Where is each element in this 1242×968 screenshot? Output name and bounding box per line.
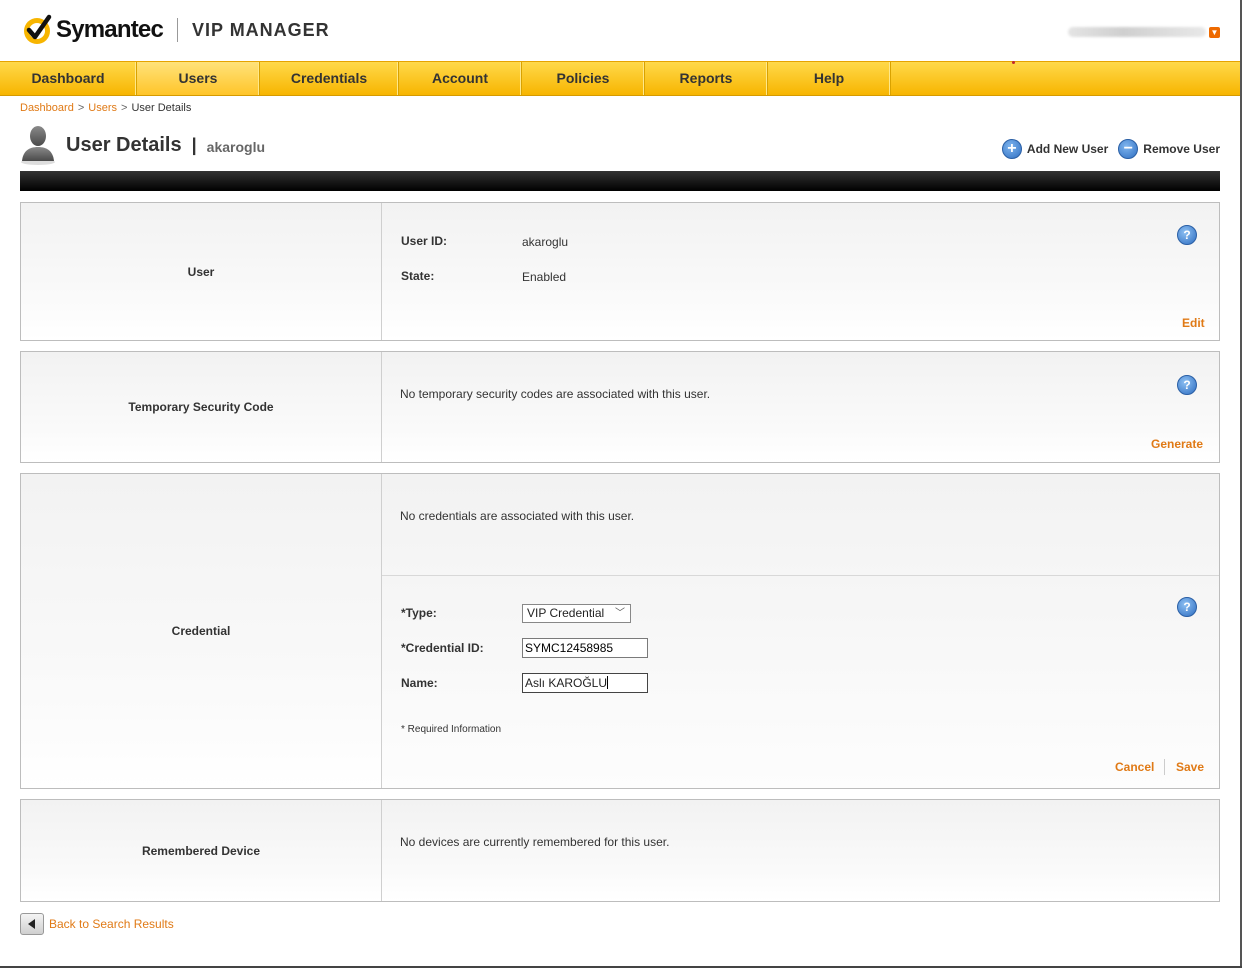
user-section-label: User xyxy=(21,203,382,340)
user-silhouette-icon xyxy=(20,125,56,165)
user-panel: User User ID: akaroglu State: Enabled ? … xyxy=(20,202,1220,341)
back-to-search-results[interactable]: Back to Search Results xyxy=(20,913,174,935)
credential-panel: Credential No credentials are associated… xyxy=(20,473,1220,789)
section-header-bar xyxy=(20,171,1220,191)
state-value: Enabled xyxy=(522,270,567,284)
required-note: * Required Information xyxy=(401,724,502,735)
nav-reports[interactable]: Reports xyxy=(645,62,768,95)
cancel-link[interactable]: Cancel xyxy=(1115,760,1154,774)
nav-dashboard[interactable]: Dashboard xyxy=(0,62,137,95)
user-id-value: akaroglu xyxy=(522,235,569,249)
help-icon[interactable]: ? xyxy=(1177,597,1197,617)
symantec-logo[interactable]: Symantec VIP MANAGER xyxy=(20,12,330,48)
page-title: User Details xyxy=(66,133,182,156)
app-header: Symantec VIP MANAGER ▼ xyxy=(0,0,1240,62)
add-credential-form: *Type: VIP Credential ﹀ *Credential ID: … xyxy=(382,576,1219,788)
main-nav: Dashboard Users Credentials Account Poli… xyxy=(0,61,1240,96)
help-icon[interactable]: ? xyxy=(1177,225,1197,245)
breadcrumb-current: User Details xyxy=(131,102,192,114)
nav-users[interactable]: Users xyxy=(137,62,260,95)
user-section-body: User ID: akaroglu State: Enabled ? Edit xyxy=(382,203,1219,340)
add-new-user-label: Add New User xyxy=(1026,142,1109,156)
breadcrumb-separator: > xyxy=(121,102,128,114)
minus-circle-icon: − xyxy=(1118,139,1139,159)
symantec-check-icon xyxy=(20,13,54,47)
credential-section-label: Credential xyxy=(21,474,382,788)
temp-code-section-body: No temporary security codes are associat… xyxy=(382,352,1219,462)
notification-dot xyxy=(1012,61,1015,64)
temp-code-panel: Temporary Security Code No temporary sec… xyxy=(20,351,1220,463)
device-message: No devices are currently remembered for … xyxy=(400,835,670,849)
page-username: akaroglu xyxy=(206,139,266,155)
save-link[interactable]: Save xyxy=(1176,760,1204,774)
type-label: *Type: xyxy=(401,606,437,620)
remove-user-button[interactable]: − Remove User xyxy=(1118,139,1220,159)
breadcrumb-dashboard[interactable]: Dashboard xyxy=(20,102,74,114)
title-divider: | xyxy=(191,134,197,155)
generate-code-link[interactable]: Generate xyxy=(1151,437,1203,451)
user-account-name-redacted[interactable] xyxy=(1068,27,1206,37)
nav-help[interactable]: Help xyxy=(768,62,891,95)
plus-circle-icon: + xyxy=(1001,139,1022,159)
device-section-label: Remembered Device xyxy=(21,800,382,901)
credential-id-label: *Credential ID: xyxy=(401,641,484,655)
chevron-down-icon: ﹀ xyxy=(615,608,625,619)
add-new-user-button[interactable]: + Add New User xyxy=(1001,139,1109,159)
temp-code-message: No temporary security codes are associat… xyxy=(400,387,711,401)
credential-id-input[interactable] xyxy=(522,638,648,658)
credential-section-body: No credentials are associated with this … xyxy=(382,474,1219,788)
text-caret xyxy=(607,676,609,689)
credential-type-select[interactable]: VIP Credential ﹀ xyxy=(522,604,631,623)
page-actions: + Add New User − Remove User xyxy=(992,139,1220,159)
back-link-text[interactable]: Back to Search Results xyxy=(49,917,174,931)
back-arrow-icon[interactable] xyxy=(20,913,44,935)
credential-message: No credentials are associated with this … xyxy=(400,509,635,523)
device-section-body: No devices are currently remembered for … xyxy=(382,800,1219,901)
name-label: Name: xyxy=(401,676,438,690)
credential-name-value: Aslı KAROĞLU xyxy=(525,676,608,690)
nav-credentials[interactable]: Credentials xyxy=(260,62,399,95)
breadcrumb-separator: > xyxy=(77,102,85,114)
product-name: VIP MANAGER xyxy=(192,19,330,40)
remove-user-label: Remove User xyxy=(1143,142,1220,156)
remembered-device-panel: Remembered Device No devices are current… xyxy=(20,799,1220,902)
page-header: User Details | akaroglu xyxy=(20,125,265,165)
help-icon[interactable]: ? xyxy=(1177,375,1197,395)
breadcrumb: Dashboard > Users > User Details xyxy=(20,102,191,114)
temp-code-section-label: Temporary Security Code xyxy=(21,352,382,462)
chevron-down-icon[interactable]: ▼ xyxy=(1209,27,1220,38)
state-label: State: xyxy=(401,269,435,283)
company-name: Symantec xyxy=(56,16,164,43)
logo-divider xyxy=(177,18,178,42)
nav-policies[interactable]: Policies xyxy=(522,62,645,95)
nav-account[interactable]: Account xyxy=(399,62,522,95)
user-id-label: User ID: xyxy=(401,234,448,248)
breadcrumb-users[interactable]: Users xyxy=(88,102,117,114)
credential-name-input[interactable]: Aslı KAROĞLU xyxy=(522,673,648,693)
action-divider xyxy=(1164,759,1165,775)
credential-type-value: VIP Credential xyxy=(527,606,605,620)
edit-user-link[interactable]: Edit xyxy=(1182,316,1205,330)
